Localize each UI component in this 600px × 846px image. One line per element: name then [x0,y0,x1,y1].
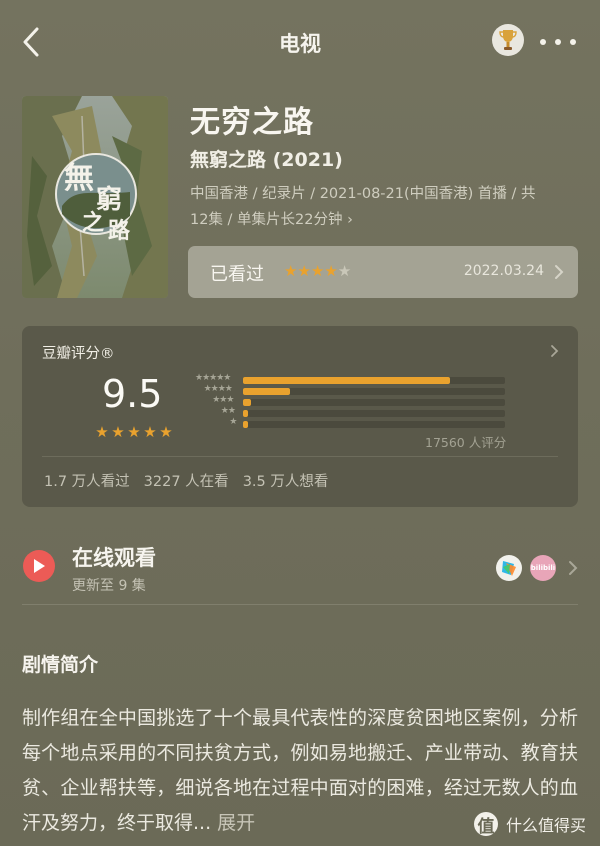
stat-wish: 3.5 万人想看 [242,474,329,490]
distribution-star-label: ★ [229,417,237,427]
meta-line-2: 12集 / 单集片长22分钟 › [190,212,353,228]
bilibili-icon: bilibili [530,555,556,581]
watermark-logo: 值 [474,812,498,837]
distribution-bar [243,421,249,428]
meta-line-1: 中国香港 / 纪录片 / 2021-08-21(中国香港) 首播 / 共 [190,186,536,202]
more-dot-icon [540,39,546,45]
watched-date: 2022.03.24 [463,263,544,279]
distribution-bar-track [243,377,505,384]
rating-vote-count: 17560 人评分 [425,435,507,450]
my-rating-stars: ★ ★ ★ ★ ★ [284,262,351,280]
star-empty-icon: ★ [337,262,352,280]
more-menu-button[interactable] [540,28,576,56]
distribution-star-label: ★★★★★ [195,373,231,383]
watch-online-subtitle: 更新至 9 集 [72,578,146,594]
rating-stars: ★ ★ ★ ★ ★ [94,424,174,440]
rating-source-label: 豆瓣评分® [42,346,115,362]
distribution-star-label: ★★★★ [203,384,233,394]
star-filled-icon: ★ [143,423,157,441]
original-title: 無窮之路 (2021) [190,149,343,171]
watch-status-label: 已看过 [210,264,264,285]
provider-app-icon [496,555,522,581]
trophy-icon[interactable] [492,24,524,56]
poster-title-line1: 無 [64,161,94,196]
distribution-bar-track [243,388,505,395]
distribution-bar-track [243,421,505,428]
distribution-star-label: ★★ [220,406,236,416]
chevron-right-icon [569,561,578,575]
poster-title-line4: 路 [108,218,131,244]
distribution-bar [243,399,251,406]
distribution-row: ★ [184,417,514,430]
more-dot-icon [570,39,576,45]
star-filled-icon: ★ [310,262,325,280]
more-dot-icon [555,39,561,45]
stat-watched: 1.7 万人看过 [44,474,130,490]
star-filled-icon: ★ [111,423,125,441]
chevron-right-icon [555,265,564,279]
synopsis-heading: 剧情简介 [22,654,99,676]
distribution-bar [243,410,249,417]
show-meta[interactable]: 中国香港 / 纪录片 / 2021-08-21(中国香港) 首播 / 共 12集… [190,181,575,233]
rating-stats: 1.7 万人看过 3227 人在看 3.5 万人想看 [44,470,328,491]
distribution-bar-track [243,399,505,406]
chevron-right-icon: › [347,212,353,228]
distribution-bar-track [243,410,505,417]
top-bar: 电视 [0,0,600,84]
stat-watching: 3227 人在看 [143,474,229,490]
divider [22,604,578,605]
douban-rating-card[interactable]: 豆瓣评分® 9.5 ★ ★ ★ ★ ★ ★★★★★ ★★★★ ★★★ ★★ ★ 17560 人评… [22,326,578,507]
my-watch-status-card[interactable]: 已看过 ★ ★ ★ ★ ★ 2022.03.24 [188,246,578,298]
distribution-row: ★★★★★ [184,373,514,386]
star-filled-icon: ★ [284,262,298,280]
expand-link[interactable]: 展开 [211,812,255,834]
divider [42,456,558,457]
star-filled-icon: ★ [127,423,141,441]
watermark: 值 什么值得买 [474,812,587,837]
poster-image[interactable]: 無 窮 之 路 [22,96,168,298]
distribution-bar [243,377,450,384]
star-filled-icon: ★ [297,262,311,280]
poster-title-line3: 之 [82,210,104,236]
show-title: 无穷之路 [190,105,314,140]
watch-online-row[interactable]: 在线观看 更新至 9 集 bilibili [0,532,600,604]
star-filled-icon: ★ [159,423,173,441]
distribution-bar [243,388,291,395]
star-filled-icon: ★ [95,423,109,441]
watch-online-title: 在线观看 [72,546,156,570]
play-icon [23,550,55,582]
rating-score: 9.5 [102,372,163,416]
distribution-row: ★★★★ [184,384,514,397]
star-filled-icon: ★ [324,262,338,280]
rating-distribution: ★★★★★ ★★★★ ★★★ ★★ ★ [184,373,514,430]
watermark-text: 什么值得买 [506,816,587,835]
distribution-star-label: ★★★ [212,395,234,405]
chevron-right-icon [551,345,559,357]
